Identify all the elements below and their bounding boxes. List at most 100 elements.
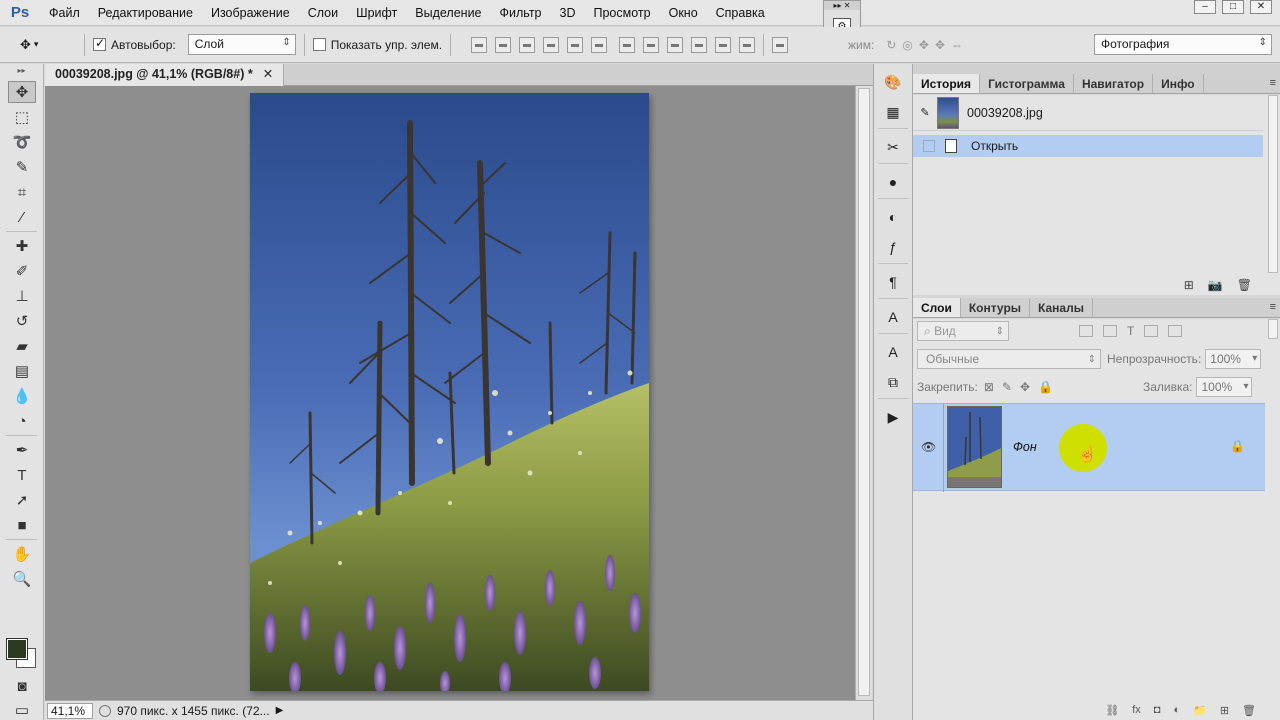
brush-icon[interactable]: ✐ — [8, 260, 36, 282]
collapse-icon[interactable]: ▸▸ ✕ — [824, 1, 860, 10]
layer-row-background[interactable]: 👁 Фон ☝ 🔒 — [913, 403, 1265, 492]
align-hcenter-icon[interactable] — [567, 36, 584, 53]
zoom-level-field[interactable]: 41,1% — [47, 702, 93, 719]
link-layers-icon[interactable]: ⛓ — [1105, 704, 1119, 717]
opacity-field[interactable]: 100% — [1205, 349, 1262, 369]
fill-field[interactable]: 100% — [1196, 377, 1253, 397]
rectangular-marquee-icon[interactable]: ⬚ — [8, 106, 36, 128]
3d-slide-icon[interactable]: ✥ — [935, 38, 945, 52]
filter-pixel-icon[interactable] — [1079, 325, 1093, 337]
filter-shape-icon[interactable] — [1144, 325, 1159, 337]
status-menu-arrow-icon[interactable]: ▶ — [276, 705, 284, 716]
maximize-button[interactable]: □ — [1222, 0, 1244, 14]
new-layer-icon[interactable]: ⊞ — [1220, 704, 1229, 717]
history-step-checkbox[interactable] — [923, 140, 935, 152]
hand-icon[interactable]: ✋ — [8, 543, 36, 565]
layer-filter-select[interactable]: ⌕ Вид — [917, 321, 1009, 341]
menu-layers[interactable]: Слои — [299, 0, 347, 26]
3d-roll-icon[interactable]: ◎ — [902, 38, 912, 52]
layer-style-fx-icon[interactable]: fx — [1132, 704, 1141, 716]
eye-visibility-icon[interactable]: 👁 — [921, 440, 936, 454]
crop-icon[interactable]: ⌗ — [8, 181, 36, 203]
clone-source-icon[interactable]: ⧉ — [880, 370, 906, 394]
foreground-color-swatch[interactable] — [6, 638, 28, 660]
clone-stamp-icon[interactable]: ⊥ — [8, 285, 36, 307]
dodge-icon[interactable]: ◔ — [8, 410, 36, 432]
distribute-top-icon[interactable] — [619, 36, 636, 53]
autoselect-target-select[interactable]: Слой — [187, 34, 296, 55]
add-mask-icon[interactable]: ◘ — [1154, 704, 1161, 716]
history-snapshot[interactable]: ✎ 00039208.jpg — [913, 95, 1263, 131]
tab-layers[interactable]: Слои — [913, 298, 961, 317]
path-selection-icon[interactable]: ➚ — [8, 489, 36, 511]
close-button[interactable]: ✕ — [1250, 0, 1272, 14]
character-icon[interactable]: A — [880, 305, 906, 329]
lock-image-icon[interactable]: ✎ — [1002, 380, 1012, 394]
lasso-icon[interactable]: ➰ — [8, 131, 36, 153]
tab-channels[interactable]: Каналы — [1030, 298, 1093, 317]
paragraph-icon[interactable]: ¶ — [880, 270, 906, 294]
workspace-select[interactable]: Фотография — [1094, 34, 1272, 55]
layers-scrollbar[interactable] — [1268, 319, 1278, 339]
auto-align-icon[interactable] — [772, 36, 789, 53]
tool-presets-icon[interactable]: ✂ — [880, 135, 906, 159]
panel-grip[interactable] — [913, 64, 1280, 74]
type-icon[interactable]: T — [8, 464, 36, 486]
history-scrollbar[interactable] — [1268, 95, 1278, 273]
tab-history[interactable]: История — [913, 74, 981, 93]
panel-menu-icon[interactable]: ≡ — [1270, 77, 1276, 89]
move-tool-icon[interactable]: ✥ — [8, 81, 36, 103]
filter-adjustment-icon[interactable] — [1103, 325, 1117, 337]
panel-menu-icon[interactable]: ≡ — [1270, 301, 1276, 313]
styles-fx-icon[interactable]: ƒ — [880, 235, 906, 259]
distribute-left-icon[interactable] — [691, 36, 708, 53]
scrollbar-thumb[interactable] — [858, 88, 870, 696]
menu-help[interactable]: Справка — [707, 0, 774, 26]
align-top-icon[interactable] — [471, 36, 488, 53]
adjustment-layer-icon[interactable]: ◐ — [1173, 704, 1180, 716]
tab-histogram[interactable]: Гистограмма — [980, 74, 1074, 93]
eyedropper-icon[interactable]: ⁄ — [8, 206, 36, 228]
status-info-icon[interactable] — [99, 704, 111, 717]
3d-pan-icon[interactable]: ✥ — [919, 38, 929, 52]
menu-window[interactable]: Окно — [660, 0, 707, 26]
lock-transparent-icon[interactable]: ⊠ — [984, 380, 994, 394]
distribute-bottom-icon[interactable] — [667, 36, 684, 53]
minimize-button[interactable]: – — [1194, 0, 1216, 14]
menu-edit[interactable]: Редактирование — [89, 0, 202, 26]
healing-brush-icon[interactable]: ✚ — [8, 235, 36, 257]
align-vcenter-icon[interactable] — [495, 36, 512, 53]
tab-navigator[interactable]: Навигатор — [1074, 74, 1154, 93]
camera-snapshot-icon[interactable]: 📷 — [1208, 278, 1223, 292]
character-styles-icon[interactable]: A — [880, 340, 906, 364]
menu-3d[interactable]: 3D — [551, 0, 585, 26]
align-right-icon[interactable] — [591, 36, 608, 53]
adjustments-icon[interactable]: ◐ — [880, 205, 906, 229]
lock-icon[interactable]: 🔒 — [1230, 439, 1245, 453]
trash-icon[interactable]: 🗑 — [1242, 704, 1256, 717]
menu-file[interactable]: Файл — [40, 0, 89, 26]
show-transform-checkbox[interactable] — [312, 38, 326, 51]
quick-mask-icon[interactable]: ◙ — [8, 675, 36, 697]
tab-info[interactable]: Инфо — [1153, 74, 1204, 93]
kuler-icon[interactable]: ● — [880, 170, 906, 194]
screen-mode-icon[interactable]: ▭ — [8, 699, 36, 720]
menu-type[interactable]: Шрифт — [347, 0, 406, 26]
trash-icon[interactable]: 🗑 — [1237, 278, 1252, 292]
menu-select[interactable]: Выделение — [406, 0, 490, 26]
close-tab-icon[interactable]: ✕ — [263, 64, 273, 86]
color-panel-icon[interactable]: 🎨 — [880, 70, 906, 94]
history-brush-icon[interactable]: ↺ — [8, 310, 36, 332]
new-group-icon[interactable]: 📁 — [1193, 704, 1207, 717]
lock-all-icon[interactable]: 🔒 — [1038, 380, 1053, 394]
blur-icon[interactable]: 💧 — [8, 385, 36, 407]
document-image[interactable] — [250, 93, 649, 691]
eraser-icon[interactable]: ▰ — [8, 335, 36, 357]
filter-smart-object-icon[interactable] — [1168, 325, 1183, 337]
history-step[interactable]: Открыть — [913, 135, 1263, 157]
blend-mode-select[interactable]: Обычные — [917, 349, 1101, 369]
quick-selection-icon[interactable]: ✎ — [8, 156, 36, 178]
actions-play-icon[interactable]: ▶ — [880, 405, 906, 429]
gradient-icon[interactable]: ▤ — [8, 360, 36, 382]
menu-image[interactable]: Изображение — [202, 0, 299, 26]
